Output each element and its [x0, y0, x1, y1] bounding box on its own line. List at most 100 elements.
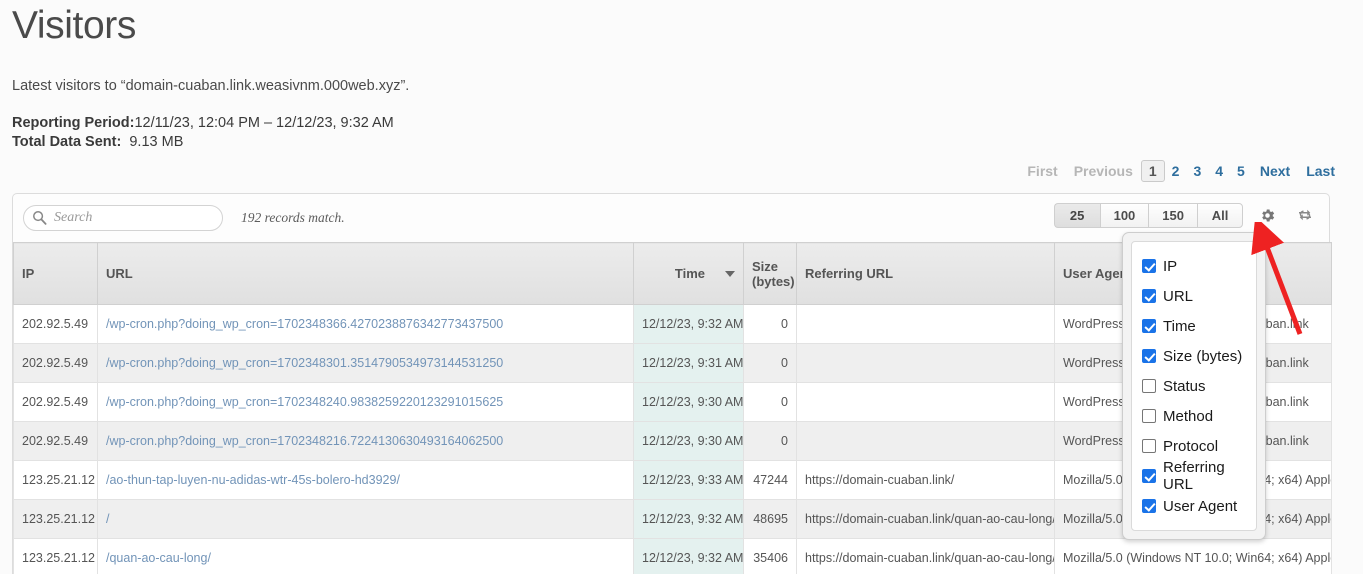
column-header-ip[interactable]: IP — [13, 242, 98, 305]
column-toggle-time[interactable]: Time — [1142, 311, 1246, 341]
cell-referring-url: https://domain-cuaban.link/quan-ao-cau-l… — [796, 538, 1055, 574]
records-match-text: 192 records match. — [241, 210, 345, 225]
cell-time: 12/12/23, 9:32 AM — [633, 499, 744, 539]
cell-url: /wp-cron.php?doing_wp_cron=1702348240.98… — [97, 382, 634, 422]
column-toggle-label: IP — [1163, 257, 1178, 275]
page-size-button-group: 25 100 150 All — [1053, 202, 1243, 228]
url-link[interactable]: /quan-ao-cau-long/ — [106, 551, 211, 565]
url-link[interactable]: /ao-thun-tap-luyen-nu-adidas-wtr-45s-bol… — [106, 473, 400, 487]
cell-url: / — [97, 499, 634, 539]
refresh-button[interactable] — [1291, 202, 1319, 228]
pagination-previous[interactable]: Previous — [1066, 160, 1141, 182]
checkbox-checked-icon[interactable] — [1142, 469, 1156, 483]
column-settings-button[interactable] — [1253, 202, 1281, 228]
cell-time: 12/12/23, 9:30 AM — [633, 382, 744, 422]
pagination-page-4[interactable]: 4 — [1208, 160, 1230, 182]
column-header-size[interactable]: Size (bytes) — [743, 242, 797, 305]
checkbox-checked-icon[interactable] — [1142, 259, 1156, 273]
column-toggle-label: Method — [1163, 407, 1214, 425]
reporting-period-value: 12/11/23, 12:04 PM – 12/12/23, 9:32 AM — [134, 115, 394, 131]
cell-ip: 202.92.5.49 — [13, 421, 98, 461]
column-chooser-dropdown: IP URL Time Size (bytes) Status Method P… — [1122, 232, 1266, 540]
url-link[interactable]: /wp-cron.php?doing_wp_cron=1702348240.98… — [106, 395, 503, 409]
pagination-page-5[interactable]: 5 — [1230, 160, 1252, 182]
search-input[interactable] — [23, 205, 223, 231]
cell-url: /ao-thun-tap-luyen-nu-adidas-wtr-45s-bol… — [97, 460, 634, 500]
page-size-25[interactable]: 25 — [1053, 202, 1100, 228]
cell-referring-url — [796, 382, 1055, 422]
cell-user-agent: Mozilla/5.0 (Windows NT 10.0; Win64; x64… — [1054, 538, 1332, 574]
column-header-time-label: Time — [674, 266, 705, 281]
pagination-page-3[interactable]: 3 — [1186, 160, 1208, 182]
column-header-url[interactable]: URL — [97, 242, 634, 305]
cell-size: 35406 — [743, 538, 797, 574]
column-toggle-referring-url[interactable]: Referring URL — [1142, 459, 1246, 493]
page-size-100[interactable]: 100 — [1099, 202, 1149, 228]
column-toggle-status[interactable]: Status — [1142, 371, 1246, 401]
pagination-first[interactable]: First — [1019, 160, 1065, 182]
column-toggle-method[interactable]: Method — [1142, 401, 1246, 431]
pagination-last[interactable]: Last — [1298, 160, 1343, 182]
column-toggle-size[interactable]: Size (bytes) — [1142, 341, 1246, 371]
table-row[interactable]: 123.25.21.12 /quan-ao-cau-long/ 12/12/23… — [13, 538, 1332, 574]
cell-url: /wp-cron.php?doing_wp_cron=1702348301.35… — [97, 343, 634, 383]
cell-ip: 123.25.21.12 — [13, 460, 98, 500]
column-toggle-ip[interactable]: IP — [1142, 251, 1246, 281]
url-link[interactable]: / — [106, 512, 109, 526]
column-toggle-url[interactable]: URL — [1142, 281, 1246, 311]
cell-referring-url: https://domain-cuaban.link/quan-ao-cau-l… — [796, 499, 1055, 539]
checkbox-checked-icon[interactable] — [1142, 319, 1156, 333]
page-size-all[interactable]: All — [1197, 202, 1243, 228]
cell-size: 0 — [743, 304, 797, 344]
cell-ip: 202.92.5.49 — [13, 343, 98, 383]
pagination-page-1[interactable]: 1 — [1140, 160, 1165, 182]
reporting-period-label: Reporting Period: — [12, 115, 135, 131]
toolbar-right-controls: 25 100 150 All — [1053, 202, 1319, 228]
url-link[interactable]: /wp-cron.php?doing_wp_cron=1702348301.35… — [106, 356, 503, 370]
cell-size: 47244 — [743, 460, 797, 500]
column-toggle-protocol[interactable]: Protocol — [1142, 431, 1246, 461]
column-toggle-label: Size (bytes) — [1163, 347, 1243, 365]
refresh-icon — [1299, 209, 1311, 221]
visitors-page: Visitors Latest visitors to “domain-cuab… — [0, 0, 1363, 574]
cell-time: 12/12/23, 9:31 AM — [633, 343, 744, 383]
search-wrapper — [23, 205, 223, 231]
sort-descending-caret-icon — [725, 270, 735, 277]
column-header-referring-url[interactable]: Referring URL — [796, 242, 1055, 305]
checkbox-unchecked-icon[interactable] — [1142, 379, 1156, 393]
checkbox-unchecked-icon[interactable] — [1142, 409, 1156, 423]
column-toggle-label: URL — [1163, 287, 1194, 305]
page-subtitle: Latest visitors to “domain-cuaban.link.w… — [12, 78, 410, 94]
column-toggle-user-agent[interactable]: User Agent — [1142, 491, 1246, 521]
column-header-time[interactable]: Time — [633, 242, 744, 305]
url-link[interactable]: /wp-cron.php?doing_wp_cron=1702348216.72… — [106, 434, 503, 448]
total-data-sent-value: 9.13 MB — [129, 133, 184, 150]
total-data-sent-row: Total Data Sent: 9.13 MB — [12, 133, 1351, 152]
page-size-150[interactable]: 150 — [1148, 202, 1197, 228]
cell-url: /wp-cron.php?doing_wp_cron=1702348216.72… — [97, 421, 634, 461]
reporting-period-row: Reporting Period:12/11/23, 12:04 PM – 12… — [12, 114, 1351, 133]
cell-size: 48695 — [743, 499, 797, 539]
total-data-sent-label: Total Data Sent: — [12, 133, 122, 150]
checkbox-checked-icon[interactable] — [1142, 349, 1156, 363]
report-meta: Reporting Period:12/11/23, 12:04 PM – 12… — [12, 114, 1351, 151]
cell-ip: 123.25.21.12 — [13, 499, 98, 539]
cell-ip: 123.25.21.12 — [13, 538, 98, 574]
cell-time: 12/12/23, 9:30 AM — [633, 421, 744, 461]
cell-referring-url — [796, 343, 1055, 383]
cell-referring-url — [796, 421, 1055, 461]
column-toggle-label: Protocol — [1163, 437, 1219, 455]
checkbox-unchecked-icon[interactable] — [1142, 439, 1156, 453]
cell-referring-url: https://domain-cuaban.link/ — [796, 460, 1055, 500]
cell-ip: 202.92.5.49 — [13, 382, 98, 422]
pagination-next[interactable]: Next — [1252, 160, 1298, 182]
cell-referring-url — [796, 304, 1055, 344]
column-toggle-label: User Agent — [1163, 497, 1238, 515]
cell-time: 12/12/23, 9:32 AM — [633, 304, 744, 344]
column-toggle-label: Referring URL — [1163, 459, 1225, 493]
checkbox-checked-icon[interactable] — [1142, 289, 1156, 303]
checkbox-checked-icon[interactable] — [1142, 499, 1156, 513]
url-link[interactable]: /wp-cron.php?doing_wp_cron=1702348366.42… — [106, 317, 503, 331]
pagination-page-2[interactable]: 2 — [1165, 160, 1187, 182]
cell-size: 0 — [743, 343, 797, 383]
